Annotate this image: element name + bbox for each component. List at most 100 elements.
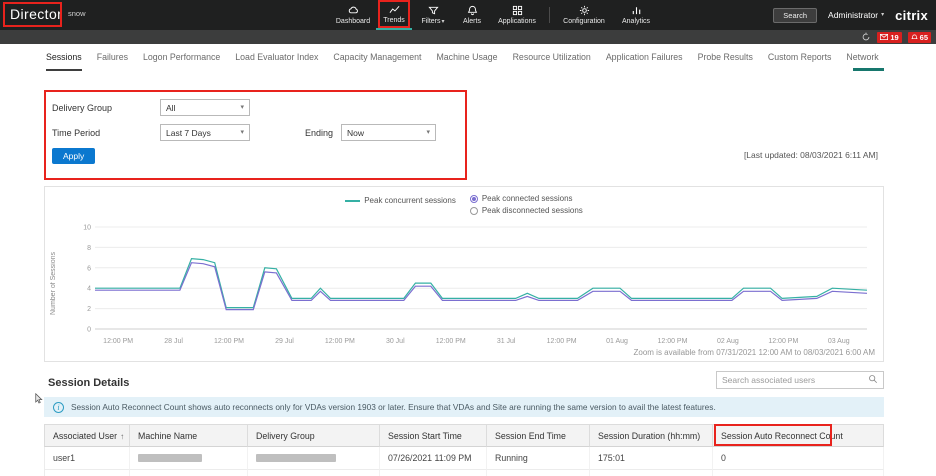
nav-alerts[interactable]: Alerts bbox=[454, 0, 490, 30]
refresh-icon[interactable] bbox=[861, 32, 871, 42]
legend-peak-connected[interactable]: Peak connected sessions bbox=[470, 194, 583, 203]
associated-users-search-box bbox=[716, 371, 884, 389]
time-period-select[interactable]: Last 7 Days ▾ bbox=[160, 124, 250, 141]
column-header-associated-user[interactable]: Associated User ↑ bbox=[44, 424, 130, 447]
column-header-session-end-time[interactable]: Session End Time bbox=[487, 424, 590, 447]
tab-load-evaluator-index[interactable]: Load Evaluator Index bbox=[235, 52, 318, 71]
legend-label: Peak connected sessions bbox=[482, 194, 573, 203]
svg-text:2: 2 bbox=[87, 306, 91, 313]
cell-associated-user: user1 bbox=[44, 447, 130, 470]
svg-text:12:00 PM: 12:00 PM bbox=[768, 338, 798, 345]
cell-session-start-time: 07/28/2021 12:03 PM bbox=[380, 470, 487, 476]
apply-button[interactable]: Apply bbox=[52, 148, 95, 164]
chevron-down-icon: ▾ bbox=[426, 129, 430, 136]
nav-label: Alerts bbox=[463, 18, 481, 25]
cell-delivery-group bbox=[248, 447, 380, 470]
tab-machine-usage[interactable]: Machine Usage bbox=[436, 52, 497, 71]
column-header-session-auto-reconnect-count[interactable]: Session Auto Reconnect Count bbox=[713, 424, 884, 447]
nav-configuration[interactable]: Configuration bbox=[555, 0, 613, 30]
nav-trends[interactable]: Trends bbox=[376, 0, 412, 30]
redacted-delivery-group bbox=[256, 454, 336, 462]
tab-capacity-management[interactable]: Capacity Management bbox=[333, 52, 421, 71]
mail-alert-badge[interactable]: 19 bbox=[877, 32, 901, 43]
director-trends-screen: Director snow Dashboard Trends Filters▾ … bbox=[0, 0, 936, 476]
ending-value: Now bbox=[347, 128, 364, 138]
svg-text:02 Aug: 02 Aug bbox=[717, 338, 739, 345]
notification-alert-badge[interactable]: 65 bbox=[908, 32, 931, 43]
sessions-chart-svg: 024681012:00 PM28 Jul12:00 PM29 Jul12:00… bbox=[67, 221, 875, 351]
tab-sessions[interactable]: Sessions bbox=[46, 52, 82, 71]
tab-failures[interactable]: Failures bbox=[97, 52, 128, 71]
tab-application-failures[interactable]: Application Failures bbox=[606, 52, 683, 71]
tab-logon-performance[interactable]: Logon Performance bbox=[143, 52, 220, 71]
svg-text:12:00 PM: 12:00 PM bbox=[657, 338, 687, 345]
svg-text:12:00 PM: 12:00 PM bbox=[436, 338, 466, 345]
redacted-machine-name bbox=[138, 454, 202, 462]
column-header-session-start-time[interactable]: Session Start Time bbox=[380, 424, 487, 447]
search-icon[interactable] bbox=[868, 371, 878, 389]
svg-text:03 Aug: 03 Aug bbox=[828, 338, 850, 345]
info-icon: i bbox=[53, 402, 64, 413]
svg-text:30 Jul: 30 Jul bbox=[386, 338, 405, 345]
column-label: Machine Name bbox=[138, 431, 197, 441]
ending-label: Ending bbox=[305, 128, 333, 138]
cell-machine-name bbox=[130, 470, 248, 476]
cell-session-end-time: Running bbox=[487, 470, 590, 476]
radio-selected-icon[interactable] bbox=[470, 195, 478, 203]
svg-text:28 Jul: 28 Jul bbox=[164, 338, 183, 345]
delivery-group-label: Delivery Group bbox=[52, 103, 112, 113]
bell-icon bbox=[467, 5, 478, 16]
nav-label: Dashboard bbox=[336, 18, 370, 25]
trends-icon bbox=[389, 4, 400, 15]
column-header-machine-name[interactable]: Machine Name bbox=[130, 424, 248, 447]
nav-analytics[interactable]: Analytics bbox=[613, 0, 659, 30]
svg-text:0: 0 bbox=[87, 327, 91, 334]
time-period-label: Time Period bbox=[52, 128, 100, 138]
cell-machine-name bbox=[130, 447, 248, 470]
nav-dashboard[interactable]: Dashboard bbox=[330, 0, 376, 30]
svg-text:4: 4 bbox=[87, 286, 91, 293]
y-axis-label: Number of Sessions bbox=[50, 229, 57, 315]
tab-resource-utilization[interactable]: Resource Utilization bbox=[513, 52, 591, 71]
cell-session-duration: 175:01 bbox=[590, 447, 713, 470]
chevron-down-icon: ▾ bbox=[881, 12, 884, 18]
nav-label: Trends bbox=[383, 17, 405, 24]
nav-applications[interactable]: Applications bbox=[490, 0, 544, 30]
tab-custom-reports[interactable]: Custom Reports bbox=[768, 52, 832, 71]
legend-peak-disconnected[interactable]: Peak disconnected sessions bbox=[470, 206, 583, 215]
user-menu[interactable]: Administrator ▾ bbox=[828, 10, 884, 20]
trends-tab-strip: Sessions Failures Logon Performance Load… bbox=[46, 52, 879, 71]
bar-chart-icon bbox=[631, 5, 642, 16]
column-label: Session Duration (hh:mm) bbox=[598, 431, 700, 441]
sort-ascending-icon: ↑ bbox=[120, 432, 124, 441]
teal-line-swatch bbox=[345, 200, 360, 202]
search-associated-users-input[interactable] bbox=[722, 375, 864, 385]
tab-probe-results[interactable]: Probe Results bbox=[698, 52, 753, 71]
ending-select[interactable]: Now ▾ bbox=[341, 124, 436, 141]
grid-icon bbox=[512, 5, 523, 16]
column-header-session-duration[interactable]: Session Duration (hh:mm) bbox=[590, 424, 713, 447]
svg-text:8: 8 bbox=[87, 245, 91, 252]
chevron-down-icon: ▾ bbox=[442, 19, 445, 25]
column-header-delivery-group[interactable]: Delivery Group bbox=[248, 424, 380, 447]
session-details-table: Associated User ↑ Machine Name Delivery … bbox=[44, 424, 884, 476]
envelope-icon bbox=[880, 34, 888, 40]
search-button[interactable]: Search bbox=[773, 8, 817, 23]
delivery-group-value: All bbox=[166, 103, 175, 113]
column-label: Delivery Group bbox=[256, 431, 315, 441]
legend-radio-group: Peak connected sessions Peak disconnecte… bbox=[470, 194, 583, 215]
nav-filters[interactable]: Filters▾ bbox=[412, 0, 454, 30]
info-banner: i Session Auto Reconnect Count shows aut… bbox=[44, 397, 884, 417]
cell-session-auto-reconnect-count: 0 bbox=[713, 447, 884, 470]
mouse-cursor bbox=[35, 392, 44, 410]
time-period-value: Last 7 Days bbox=[166, 128, 211, 138]
citrix-logo: citrix bbox=[895, 8, 928, 23]
director-logo: Director bbox=[10, 6, 62, 22]
delivery-group-select[interactable]: All ▾ bbox=[160, 99, 250, 116]
legend-label: Peak disconnected sessions bbox=[482, 206, 583, 215]
svg-text:12:00 PM: 12:00 PM bbox=[325, 338, 355, 345]
legend-label: Peak concurrent sessions bbox=[364, 196, 456, 205]
cell-session-duration bbox=[590, 470, 713, 476]
radio-unselected-icon[interactable] bbox=[470, 207, 478, 215]
info-banner-text: Session Auto Reconnect Count shows auto … bbox=[71, 402, 716, 412]
